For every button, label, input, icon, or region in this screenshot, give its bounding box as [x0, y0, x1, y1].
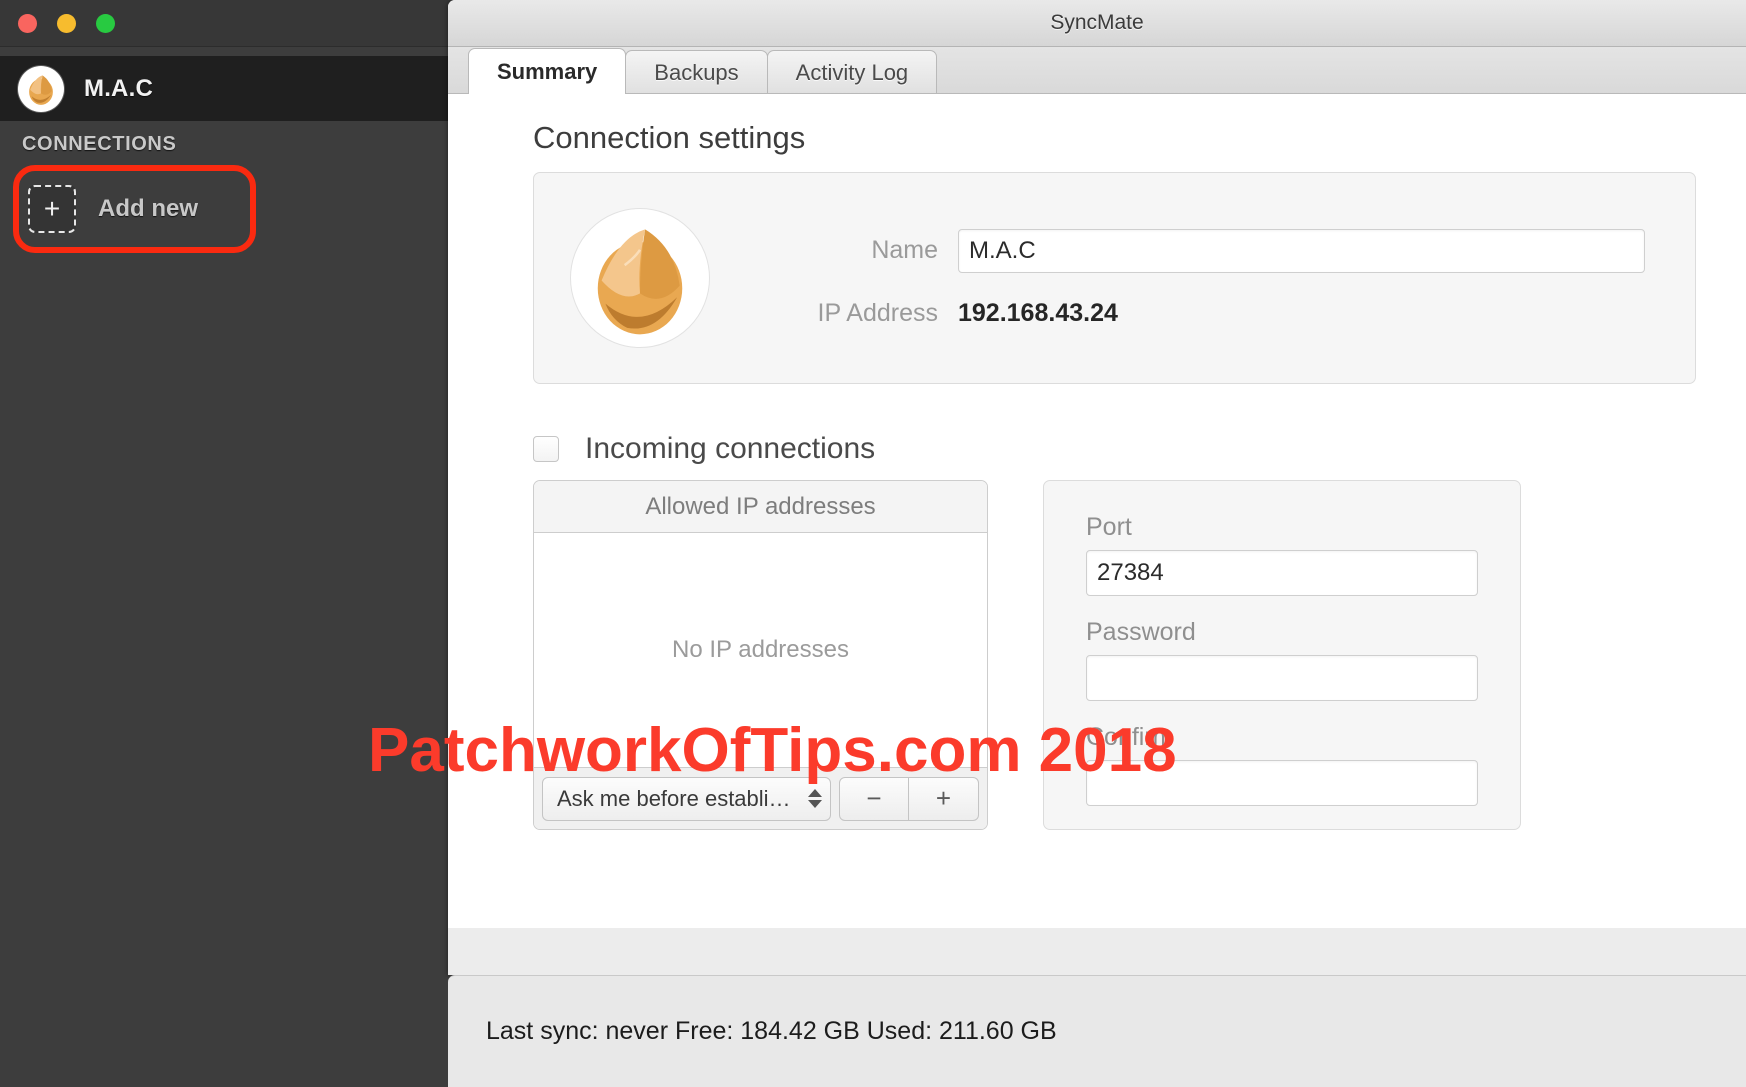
plus-icon: +	[935, 783, 952, 813]
incoming-connections-row[interactable]: Incoming connections	[533, 432, 1696, 466]
allowed-ip-panel: Allowed IP addresses No IP addresses Ask…	[533, 480, 988, 830]
minus-icon: −	[866, 783, 882, 813]
remove-ip-button[interactable]: −	[839, 776, 909, 821]
security-panel: Port Password Confirm	[1043, 480, 1521, 830]
status-bar-text: Last sync: never Free: 184.42 GB Used: 2…	[486, 1017, 1057, 1045]
add-new-highlight-annotation	[13, 165, 256, 253]
zoom-button[interactable]	[96, 14, 115, 33]
sidebar: M.A.C CONNECTIONS + Add new	[0, 0, 500, 1087]
chevron-updown-icon	[808, 789, 822, 808]
tab-backups[interactable]: Backups	[625, 50, 768, 94]
allowed-ip-toolbar: Ask me before establi… − +	[534, 767, 987, 829]
name-field-row: Name	[790, 228, 1645, 273]
status-bar: Last sync: never Free: 184.42 GB Used: 2…	[448, 975, 1746, 1087]
summary-pane: Connection settings Name M.A.C IP Addres…	[448, 93, 1746, 928]
port-label: Port	[1086, 513, 1132, 541]
page-title: Connection settings	[533, 120, 806, 155]
add-ip-button[interactable]: +	[909, 776, 979, 821]
ip-add-remove-group: − +	[839, 776, 979, 821]
fortune-cookie-icon	[29, 74, 53, 105]
chevron-up-icon	[808, 789, 822, 797]
window-controls	[18, 14, 115, 33]
incoming-connections-checkbox[interactable]	[533, 436, 559, 462]
avatar	[18, 65, 64, 112]
allowed-ip-header: Allowed IP addresses	[534, 481, 987, 533]
ip-field-row: IP Address 192.168.43.24	[790, 299, 1645, 328]
connection-settings-panel: Name IP Address 192.168.43.24	[533, 172, 1696, 384]
port-input[interactable]	[1086, 550, 1478, 596]
name-input[interactable]	[958, 228, 1645, 273]
main-window: SyncMate Summary Backups Activity Log Co…	[448, 0, 1746, 975]
tab-backups-label: Backups	[654, 59, 739, 85]
sidebar-titlebar	[0, 0, 500, 47]
sidebar-account-name: M.A.C	[84, 74, 153, 102]
close-button[interactable]	[18, 14, 37, 33]
sidebar-account-header[interactable]: M.A.C	[0, 56, 500, 121]
ip-address-value: 192.168.43.24	[958, 298, 1118, 327]
allowed-ip-empty-text: No IP addresses	[672, 636, 849, 663]
confirm-label: Confirm	[1086, 723, 1174, 751]
sidebar-section-label: CONNECTIONS	[22, 133, 177, 155]
password-input[interactable]	[1086, 655, 1478, 701]
password-label: Password	[1086, 618, 1196, 646]
connection-policy-select[interactable]: Ask me before establi…	[542, 776, 831, 821]
window-titlebar: SyncMate	[448, 0, 1746, 47]
chevron-down-icon	[808, 800, 822, 808]
window-title: SyncMate	[1050, 11, 1144, 34]
ip-address-label: IP Address	[817, 298, 938, 327]
minimize-button[interactable]	[57, 14, 76, 33]
incoming-settings-grid: Allowed IP addresses No IP addresses Ask…	[533, 480, 1696, 830]
tab-bar: Summary Backups Activity Log	[448, 47, 1746, 94]
connection-fields: Name IP Address 192.168.43.24	[790, 228, 1695, 328]
connection-policy-value: Ask me before establi…	[557, 785, 791, 811]
fortune-cookie-icon	[597, 229, 683, 335]
confirm-password-input[interactable]	[1086, 760, 1478, 806]
name-label: Name	[871, 236, 938, 264]
incoming-connections-label: Incoming connections	[585, 432, 876, 465]
allowed-ip-list[interactable]: No IP addresses	[534, 533, 987, 767]
tab-activity-log[interactable]: Activity Log	[766, 50, 938, 94]
app-root: M.A.C CONNECTIONS + Add new SyncMate Sum…	[0, 0, 1746, 1087]
tab-summary-label: Summary	[497, 58, 598, 84]
connection-avatar	[570, 208, 710, 348]
tab-summary[interactable]: Summary	[468, 48, 627, 94]
tab-activity-log-label: Activity Log	[795, 59, 909, 85]
